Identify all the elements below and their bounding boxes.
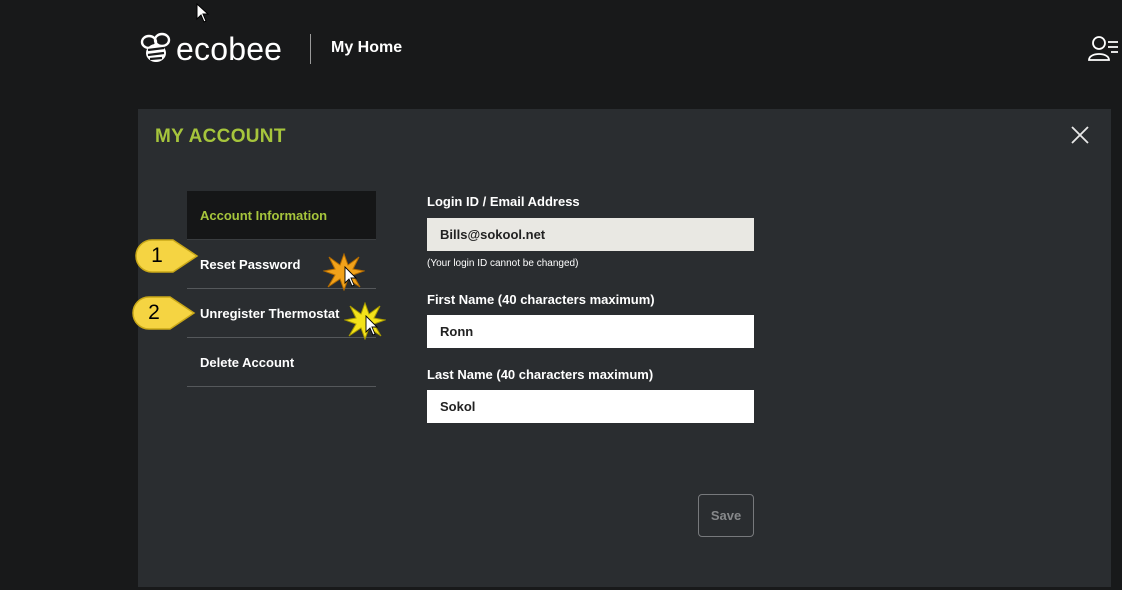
callout-number: 1 xyxy=(151,244,163,267)
nav-item-label: Reset Password xyxy=(200,257,301,272)
nav-item-label: Delete Account xyxy=(200,355,295,370)
nav-account-information[interactable]: Account Information xyxy=(187,191,376,240)
save-button[interactable]: Save xyxy=(698,494,754,537)
panel-title: MY ACCOUNT xyxy=(155,126,286,147)
brand-name: ecobee xyxy=(176,31,283,67)
login-id-field[interactable] xyxy=(427,218,754,251)
callout-shape xyxy=(135,239,199,273)
mouse-pointer-icon xyxy=(196,3,210,23)
click-burst-icon xyxy=(344,302,386,340)
my-account-panel: MY ACCOUNT Account Information Reset Pas… xyxy=(138,109,1111,587)
user-menu-icon[interactable] xyxy=(1087,34,1119,62)
login-id-label: Login ID / Email Address xyxy=(427,194,580,209)
nav-item-label: Unregister Thermostat xyxy=(200,306,340,321)
first-name-label: First Name (40 characters maximum) xyxy=(427,292,655,307)
nav-delete-account[interactable]: Delete Account xyxy=(187,338,376,387)
callout-badge-1: 1 xyxy=(133,238,201,274)
ecobee-logo[interactable]: ecobee xyxy=(138,31,282,67)
header-divider xyxy=(310,34,311,64)
callout-number: 2 xyxy=(148,301,160,324)
click-burst-icon xyxy=(323,253,365,291)
callout-badge-2: 2 xyxy=(130,295,198,331)
home-title[interactable]: My Home xyxy=(331,39,402,57)
nav-item-label: Account Information xyxy=(200,208,328,223)
last-name-label: Last Name (40 characters maximum) xyxy=(427,367,654,382)
top-bar: ecobee My Home xyxy=(0,0,1122,100)
last-name-field[interactable] xyxy=(427,390,754,423)
close-icon[interactable] xyxy=(1070,125,1090,145)
first-name-field[interactable] xyxy=(427,315,754,348)
login-id-note: (Your login ID cannot be changed) xyxy=(427,258,579,269)
bee-logo-icon xyxy=(140,32,171,62)
callout-shape xyxy=(132,296,196,330)
